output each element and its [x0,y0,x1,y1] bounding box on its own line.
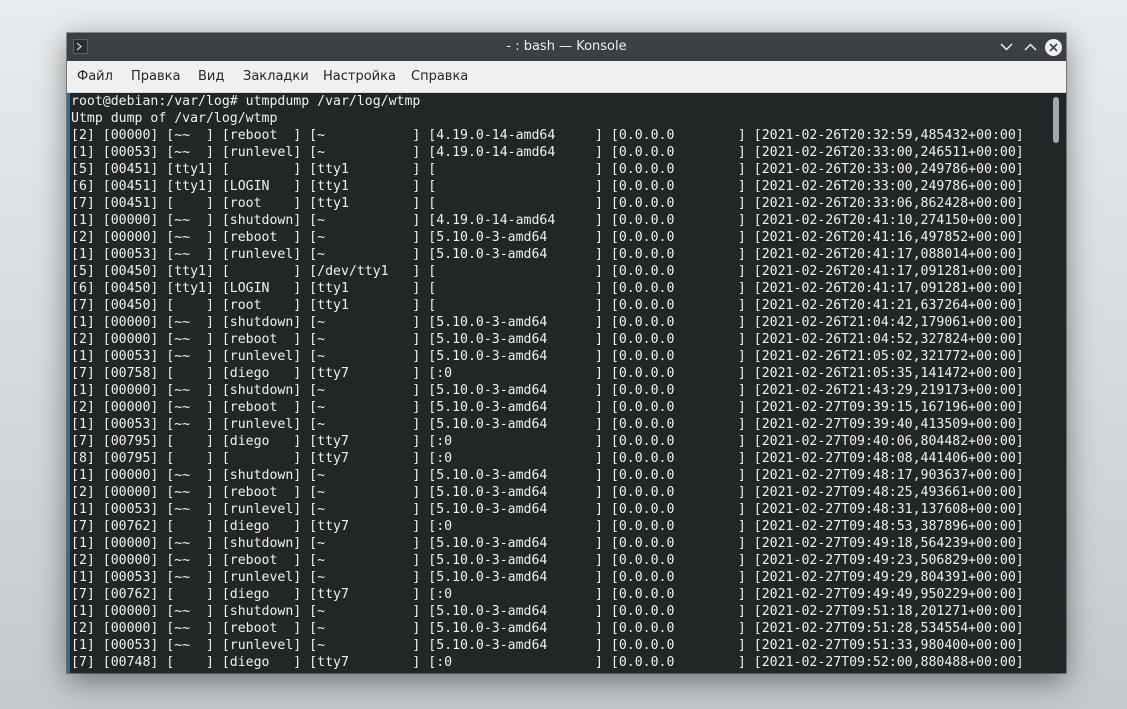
terminal-line: [6] [00451] [tty1] [LOGIN ] [tty1 ] [ ] … [71,179,1024,194]
close-button[interactable] [1043,37,1063,57]
terminal-line: [1] [00053] [~~ ] [runlevel] [~ ] [5.10.… [71,502,1024,517]
terminal-line: [1] [00000] [~~ ] [shutdown] [~ ] [5.10.… [71,604,1024,619]
terminal-line: [2] [00000] [~~ ] [reboot ] [~ ] [5.10.0… [71,553,1024,568]
terminal-line: [1] [00053] [~~ ] [runlevel] [~ ] [5.10.… [71,247,1024,262]
terminal-line: [1] [00053] [~~ ] [runlevel] [~ ] [5.10.… [71,570,1024,585]
terminal-line: [7] [00450] [ ] [root ] [tty1 ] [ ] [0.0… [71,298,1024,313]
menu-help[interactable]: Справка [411,69,468,84]
chevron-down-icon [999,43,1013,51]
terminal-area[interactable]: root@debian:/var/log# utmpdump /var/log/… [67,93,1066,673]
terminal-line: [1] [00000] [~~ ] [shutdown] [~ ] [5.10.… [71,315,1024,330]
terminal-line: [1] [00053] [~~ ] [runlevel] [~ ] [4.19.… [71,145,1024,160]
terminal-line: root@debian:/var/log# utmpdump /var/log/… [71,94,421,109]
terminal-line: [1] [00000] [~~ ] [shutdown] [~ ] [5.10.… [71,383,1024,398]
terminal-line: [5] [00450] [tty1] [ ] [/dev/tty1 ] [ ] … [71,264,1024,279]
terminal-line: [1] [00053] [~~ ] [runlevel] [~ ] [5.10.… [71,417,1024,432]
terminal-line: Utmp dump of /var/log/wtmp [71,111,278,126]
terminal-output[interactable]: root@debian:/var/log# utmpdump /var/log/… [71,93,1056,673]
terminal-line: [6] [00450] [tty1] [LOGIN ] [tty1 ] [ ] … [71,281,1024,296]
terminal-line: [7] [00758] [ ] [diego ] [tty7 ] [:0 ] [… [71,366,1024,381]
terminal-line: [1] [00053] [~~ ] [runlevel] [~ ] [5.10.… [71,638,1024,653]
menu-settings[interactable]: Настройка [323,69,396,84]
terminal-line: [8] [00795] [ ] [ ] [tty7 ] [:0 ] [0.0.0… [71,451,1024,466]
terminal-line: [1] [00000] [~~ ] [shutdown] [~ ] [4.19.… [71,213,1024,228]
menu-file[interactable]: Файл [77,69,113,84]
terminal-line: [2] [00000] [~~ ] [reboot ] [~ ] [5.10.0… [71,400,1024,415]
menu-view[interactable]: Вид [198,69,224,84]
terminal-line: [2] [00000] [~~ ] [reboot ] [~ ] [5.10.0… [71,332,1024,347]
terminal-line: [7] [00762] [ ] [diego ] [tty7 ] [:0 ] [… [71,519,1024,534]
maximize-button[interactable] [1020,37,1040,57]
terminal-line: [5] [00451] [tty1] [ ] [tty1 ] [ ] [0.0.… [71,162,1024,177]
minimize-button[interactable] [996,37,1016,57]
terminal-line: [2] [00000] [~~ ] [reboot ] [~ ] [4.19.0… [71,128,1024,143]
title-bar[interactable]: - : bash — Konsole [67,33,1066,61]
close-icon [1044,38,1062,56]
terminal-line: [2] [00000] [~~ ] [reboot ] [~ ] [5.10.0… [71,621,1024,636]
menu-bookmarks[interactable]: Закладки [243,69,309,84]
terminal-line: [7] [00762] [ ] [diego ] [tty7 ] [:0 ] [… [71,587,1024,602]
terminal-line: [1] [00000] [~~ ] [shutdown] [~ ] [5.10.… [71,536,1024,551]
chevron-up-icon [1023,43,1037,51]
menu-edit[interactable]: Правка [131,69,180,84]
terminal-line: [7] [00795] [ ] [diego ] [tty7 ] [:0 ] [… [71,434,1024,449]
menu-bar: Файл Правка Вид Закладки Настройка Справ… [67,61,1066,93]
focus-indicator [67,93,70,673]
terminal-line: [2] [00000] [~~ ] [reboot ] [~ ] [5.10.0… [71,485,1024,500]
konsole-window: - : bash — Konsole Файл Правка Вид Закла… [67,33,1066,673]
scrollbar[interactable] [1053,97,1059,669]
terminal-line: [2] [00000] [~~ ] [reboot ] [~ ] [5.10.0… [71,230,1024,245]
terminal-line: [7] [00451] [ ] [root ] [tty1 ] [ ] [0.0… [71,196,1024,211]
terminal-line: [1] [00053] [~~ ] [runlevel] [~ ] [5.10.… [71,349,1024,364]
scrollbar-thumb[interactable] [1053,97,1059,143]
terminal-line: [1] [00000] [~~ ] [shutdown] [~ ] [5.10.… [71,468,1024,483]
terminal-line: [7] [00748] [ ] [diego ] [tty7 ] [:0 ] [… [71,655,1024,670]
window-title: - : bash — Konsole [506,39,627,54]
